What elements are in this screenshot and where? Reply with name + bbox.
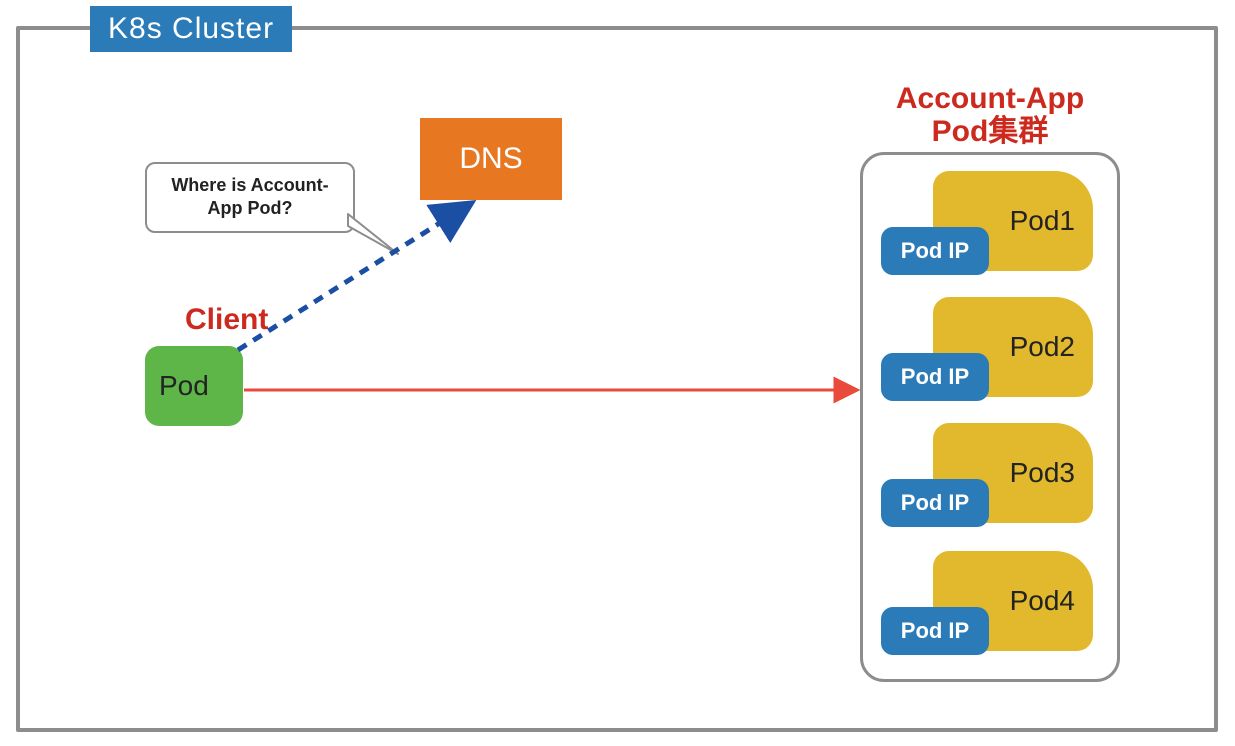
pod-ip-2: Pod IP <box>881 353 989 401</box>
pod-ip-1: Pod IP <box>881 227 989 275</box>
accountapp-title-line2: Pod集群 <box>932 115 1049 148</box>
accountapp-label: Account-App Pod集群 <box>860 82 1120 148</box>
pod-cluster-container: Pod1 Pod IP Pod2 Pod IP Pod3 Pod IP Pod4… <box>860 152 1120 682</box>
client-label: Client <box>185 303 268 337</box>
accountapp-title-line1: Account-App <box>896 82 1084 115</box>
speech-bubble: Where is Account-App Pod? <box>145 162 355 233</box>
pod-ip-3: Pod IP <box>881 479 989 527</box>
cluster-title: K8s Cluster <box>90 6 292 52</box>
dns-box: DNS <box>420 118 562 200</box>
client-pod: Pod <box>145 346 243 426</box>
diagram-stage: K8s Cluster DNS Where is Account-App Pod… <box>0 0 1235 746</box>
pod-ip-4: Pod IP <box>881 607 989 655</box>
